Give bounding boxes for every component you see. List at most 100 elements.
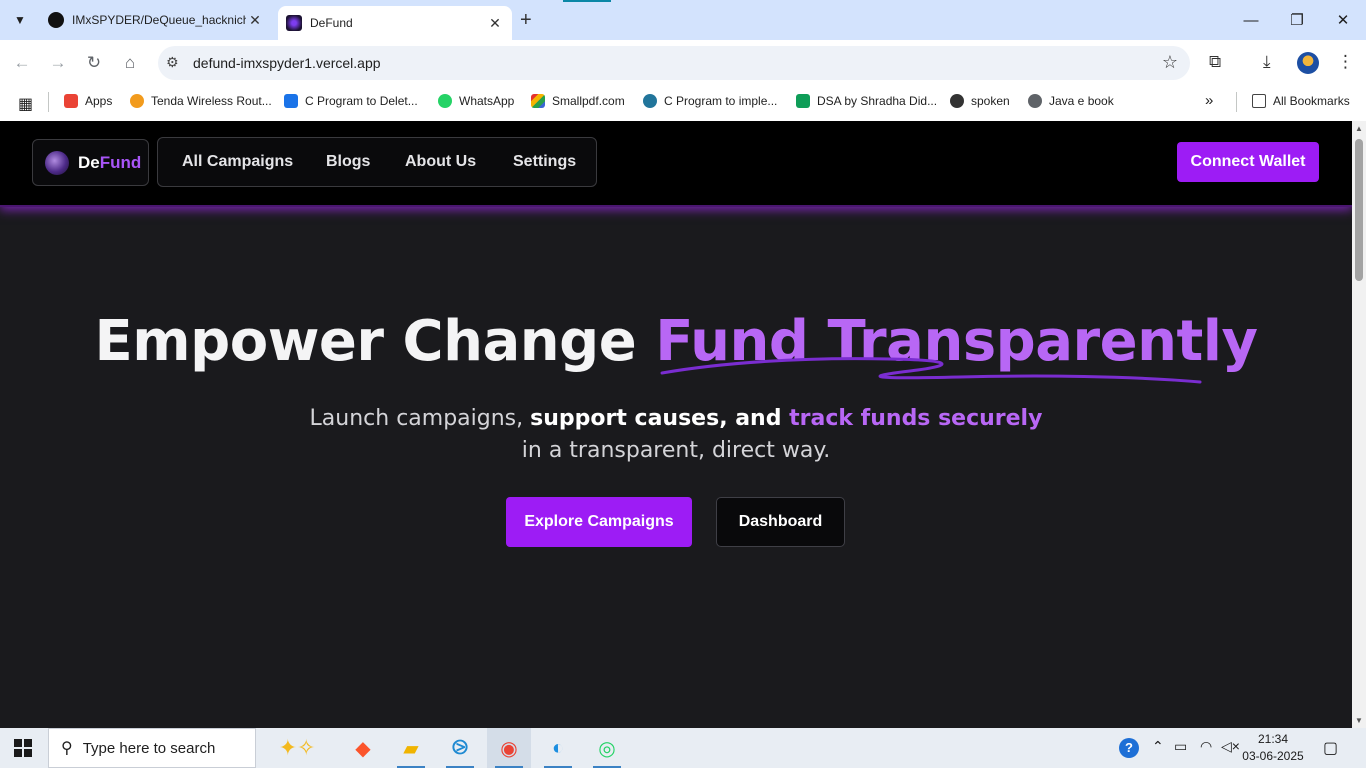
battery-icon[interactable]: ▭ <box>1174 738 1187 755</box>
bookmark-item[interactable]: C Program to Delet... <box>284 94 418 108</box>
main-menu: All Campaigns Blogs About Us Settings <box>157 137 597 187</box>
w3-icon <box>284 94 298 108</box>
windows-start-icon[interactable] <box>14 739 32 757</box>
apps-grid-icon[interactable]: ▦ <box>18 94 33 114</box>
page-scrollbar[interactable]: ▲ ▼ <box>1352 121 1366 728</box>
reload-icon[interactable]: ↻ <box>82 51 106 75</box>
chevron-down-icon: ▼ <box>14 13 26 27</box>
maximize-button[interactable]: ❐ <box>1274 0 1320 40</box>
bookmark-star-icon[interactable]: ☆ <box>1162 52 1178 73</box>
minimize-button[interactable]: — <box>1228 0 1274 40</box>
underline-squiggle <box>660 357 1202 384</box>
bookmark-item[interactable]: spoken <box>950 94 1010 108</box>
subtitle-part: Launch campaigns, <box>309 406 531 431</box>
vscode-icon[interactable]: ⧁ <box>438 728 482 768</box>
explore-campaigns-button[interactable]: Explore Campaigns <box>506 497 692 547</box>
divider <box>48 92 49 112</box>
whatsapp-app-icon[interactable]: ◎ <box>585 728 629 768</box>
sheets-icon <box>796 94 810 108</box>
clock-date: 03-06-2025 <box>1242 749 1304 763</box>
extensions-icon[interactable]: ⧉ <box>1209 52 1221 72</box>
scroll-up-icon[interactable]: ▲ <box>1355 124 1363 133</box>
download-icon[interactable]: ⤓ <box>1263 52 1271 72</box>
system-clock[interactable]: 21:34 03-06-2025 <box>1240 731 1306 765</box>
connect-wallet-button[interactable]: Connect Wallet <box>1177 142 1319 182</box>
subtitle-strong: support causes, and <box>530 406 790 431</box>
more-bookmarks-icon[interactable]: » <box>1205 92 1213 109</box>
dashboard-button[interactable]: Dashboard <box>716 497 845 547</box>
bookmark-item[interactable]: Java e book <box>1028 94 1114 108</box>
subtitle-accent: track funds securely <box>789 406 1043 431</box>
logo-text-fund: Fund <box>99 152 142 172</box>
github-icon <box>48 12 64 28</box>
tab-title: DeFund <box>310 16 353 30</box>
close-tab-icon[interactable]: ✕ <box>246 12 264 29</box>
notifications-icon[interactable]: ▢ <box>1323 738 1338 758</box>
chrome-icon[interactable]: ◉ <box>487 728 531 768</box>
search-icon: ⚲ <box>61 740 73 757</box>
forward-icon[interactable]: → <box>46 51 70 75</box>
brave-browser-icon[interactable]: ◆ <box>341 728 385 768</box>
new-tab-button[interactable]: + <box>520 9 532 31</box>
url-text[interactable]: defund-imxspyder1.vercel.app <box>193 55 381 71</box>
logo-icon <box>45 150 69 175</box>
hero-title-plain: Empower Change <box>94 309 656 374</box>
tab-title: IMxSPYDER/DeQueue_hacknich <box>72 13 246 27</box>
search-placeholder: Type here to search <box>82 739 216 757</box>
bookmark-item[interactable]: DSA by Shradha Did... <box>796 94 937 108</box>
divider <box>1236 92 1237 112</box>
nav-settings[interactable]: Settings <box>513 153 576 171</box>
tab-search-button[interactable]: ▼ <box>8 8 32 32</box>
site-info-icon[interactable]: ⚙ <box>166 54 179 71</box>
defund-favicon-icon <box>286 15 302 31</box>
speaker-muted-icon[interactable]: ◁× <box>1221 738 1240 755</box>
close-window-button[interactable]: ✕ <box>1320 0 1366 40</box>
close-tab-icon[interactable]: ✕ <box>486 15 504 32</box>
tenda-icon <box>130 94 144 108</box>
tab-github[interactable]: IMxSPYDER/DeQueue_hacknich ✕ <box>40 0 272 40</box>
chevron-up-icon[interactable]: ⌃ <box>1152 738 1164 755</box>
address-bar[interactable]: ⚙ defund-imxspyder1.vercel.app ☆ <box>158 46 1190 80</box>
nav-about-us[interactable]: About Us <box>405 153 476 171</box>
apps-icon <box>64 94 78 108</box>
all-bookmarks-button[interactable]: All Bookmarks <box>1252 94 1350 108</box>
whatsapp-icon <box>438 94 452 108</box>
logo-text: DeFund <box>78 153 141 173</box>
site-header: DeFund All Campaigns Blogs About Us Sett… <box>0 121 1352 207</box>
logo[interactable]: DeFund <box>32 139 149 186</box>
help-icon[interactable]: ? <box>1119 738 1139 758</box>
copilot-sparkle-icon[interactable]: ✦✧ <box>262 732 332 764</box>
bookmark-item[interactable]: Tenda Wireless Rout... <box>130 94 272 108</box>
wordpress-icon <box>643 94 657 108</box>
taskbar-search[interactable]: ⚲ Type here to search <box>48 728 256 768</box>
hero-subtitle: Launch campaigns, support causes, and tr… <box>300 403 1052 467</box>
scrollbar-thumb[interactable] <box>1355 139 1363 281</box>
tab-loading-indicator <box>563 0 611 2</box>
browser-tab-bar: ▼ IMxSPYDER/DeQueue_hacknich ✕ DeFund ✕ … <box>0 0 1366 40</box>
edge-icon[interactable]: ◐ <box>536 728 580 768</box>
spoken-icon <box>950 94 964 108</box>
more-menu-icon[interactable]: ⋮ <box>1337 52 1354 72</box>
bookmark-item[interactable]: Smallpdf.com <box>531 94 625 108</box>
subtitle-part: in a transparent, direct way. <box>521 438 831 463</box>
logo-text-de: De <box>78 152 100 172</box>
page-viewport: DeFund All Campaigns Blogs About Us Sett… <box>0 121 1352 728</box>
nav-blogs[interactable]: Blogs <box>326 153 370 171</box>
bookmark-item[interactable]: Apps <box>64 94 112 108</box>
wifi-icon[interactable]: ◠ <box>1200 738 1212 755</box>
globe-icon <box>1028 94 1042 108</box>
windows-taskbar: ⚲ Type here to search ✦✧ ◆ ▰ ⧁ ◉ ◐ ◎ ? ⌃… <box>0 728 1366 768</box>
tab-defund[interactable]: DeFund ✕ <box>278 6 512 40</box>
browser-toolbar: ← → ↻ ⌂ ⚙ defund-imxspyder1.vercel.app ☆… <box>0 40 1366 86</box>
bookmarks-bar: ▦ Apps Tenda Wireless Rout... C Program … <box>0 86 1366 121</box>
file-explorer-icon[interactable]: ▰ <box>389 728 433 768</box>
profile-avatar[interactable] <box>1297 52 1319 74</box>
home-icon[interactable]: ⌂ <box>118 51 142 75</box>
scroll-down-icon[interactable]: ▼ <box>1355 716 1363 725</box>
clock-time: 21:34 <box>1257 732 1289 746</box>
smallpdf-icon <box>531 94 545 108</box>
nav-all-campaigns[interactable]: All Campaigns <box>182 153 293 171</box>
bookmark-item[interactable]: C Program to imple... <box>643 94 777 108</box>
bookmark-item[interactable]: WhatsApp <box>438 94 514 108</box>
back-icon[interactable]: ← <box>10 51 34 75</box>
